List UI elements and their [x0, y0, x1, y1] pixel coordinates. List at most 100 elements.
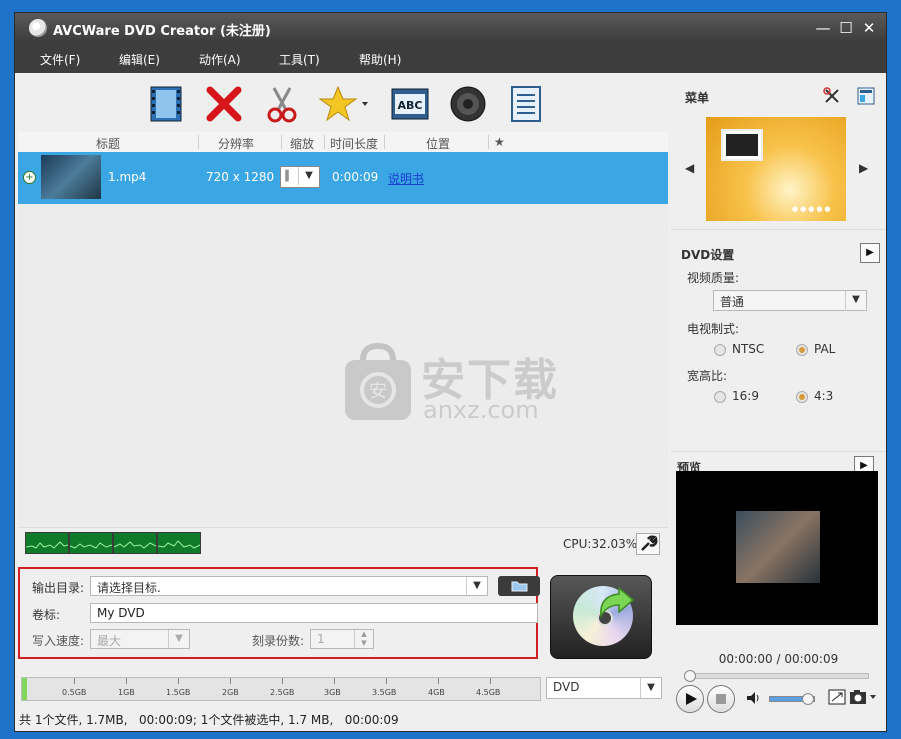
menu-edit-tools-icon[interactable]: [823, 87, 841, 105]
col-position[interactable]: 位置: [426, 135, 450, 152]
effect-icon[interactable]: [318, 84, 370, 124]
menu-help[interactable]: 帮助(H): [359, 51, 401, 68]
preview-screen: [676, 471, 878, 625]
cut-icon[interactable]: [262, 84, 302, 124]
seek-handle[interactable]: [684, 670, 696, 682]
aspect-16-9-radio[interactable]: [714, 391, 726, 403]
add-video-icon[interactable]: [146, 84, 186, 124]
capacity-tick-label: 3.5GB: [372, 688, 397, 697]
col-title[interactable]: 标题: [96, 135, 120, 152]
ntsc-radio[interactable]: [714, 344, 726, 356]
capacity-tick-label: 3GB: [324, 688, 341, 697]
volume-icon[interactable]: [746, 691, 762, 705]
right-panel: 菜单 ◀ ●●●●● ▶ DVD设置 ▶ 视频质量: 普通 ▼ 电视制式: NT…: [671, 79, 886, 731]
copies-stepper[interactable]: 1 ▲ ▼: [310, 629, 374, 649]
row-position-link[interactable]: 说明书: [388, 170, 424, 187]
cpu-graph: [69, 532, 113, 554]
dvd-settings-expand-button[interactable]: ▶: [860, 243, 880, 263]
maximize-button[interactable]: ☐: [836, 19, 856, 37]
chapter-icon[interactable]: [506, 84, 546, 124]
volume-input[interactable]: My DVD: [90, 603, 538, 623]
video-quality-value: 普通: [720, 295, 745, 309]
divider: [671, 229, 886, 230]
watermark-subtext: anxz.com: [423, 396, 539, 424]
menu-tools[interactable]: 工具(T): [279, 51, 320, 68]
col-divider: [488, 135, 489, 149]
output-dir-value: 请选择目标.: [97, 581, 161, 595]
volume-slider[interactable]: [769, 693, 815, 705]
menu-template-icon[interactable]: [857, 87, 875, 105]
row-duration: 0:00:09: [332, 170, 379, 184]
status-text: 共 1个文件, 1.7MB, 00:00:09; 1个文件被选中, 1.7 MB…: [19, 713, 399, 727]
file-list: + 1.mp4 720 x 1280 ∥ ▼ 0:00:09 说明书 安 安下载…: [18, 152, 668, 527]
video-quality-dropdown[interactable]: 普通 ▼: [713, 290, 867, 311]
audio-icon[interactable]: [448, 84, 488, 124]
pal-radio[interactable]: [796, 344, 808, 356]
stop-button[interactable]: [707, 685, 735, 713]
col-divider: [324, 135, 325, 149]
menu-prev-arrow-icon[interactable]: ◀: [685, 161, 694, 175]
cpu-graph: [25, 532, 69, 554]
chevron-down-icon: ▼: [298, 167, 319, 185]
output-dir-dropdown[interactable]: 请选择目标. ▼: [90, 576, 488, 596]
subtitle-icon[interactable]: ABC: [390, 84, 430, 124]
play-icon: [686, 693, 697, 705]
capacity-tick: [230, 678, 231, 684]
settings-button[interactable]: [636, 533, 660, 555]
volume-label: 卷标:: [32, 608, 61, 622]
app-logo-icon: [29, 19, 47, 37]
capacity-tick: [438, 678, 439, 684]
cpu-graph: [113, 532, 157, 554]
expand-icon[interactable]: +: [23, 171, 36, 184]
svg-text:ABC: ABC: [398, 99, 423, 112]
chevron-down-icon: ▼: [168, 630, 189, 648]
menu-edit[interactable]: 编辑(E): [119, 51, 160, 68]
table-row[interactable]: + 1.mp4 720 x 1280 ∥ ▼ 0:00:09 说明书: [18, 152, 668, 204]
row-resolution: 720 x 1280: [206, 170, 275, 184]
col-zoom[interactable]: 缩放: [290, 135, 314, 152]
col-duration[interactable]: 时间长度: [330, 135, 378, 152]
volume-handle[interactable]: [802, 693, 814, 705]
menu-file[interactable]: 文件(F): [40, 51, 80, 68]
watermark: 安 安下载 anxz.com: [343, 342, 583, 432]
fullscreen-icon[interactable]: [828, 689, 846, 705]
disc-capacity-bar: 0.5GB 1GB 1.5GB 2GB 2.5GB 3GB 3.5GB 4GB …: [21, 677, 541, 701]
snapshot-icon[interactable]: [849, 689, 877, 705]
cpu-usage: CPU:32.03%: [563, 537, 638, 551]
file-list-header: 标题 分辨率 缩放 时间长度 位置 ★: [18, 132, 668, 153]
dvd-settings-title: DVD设置: [681, 248, 735, 262]
copies-value: 1: [317, 632, 325, 646]
video-quality-label: 视频质量:: [687, 271, 740, 285]
menu-template-preview[interactable]: ●●●●●: [706, 117, 846, 221]
stepper-arrows-icon[interactable]: ▲ ▼: [354, 630, 373, 648]
browse-folder-button[interactable]: [498, 576, 540, 596]
menu-pager-dots: ●●●●●: [792, 205, 833, 213]
col-divider: [384, 135, 385, 149]
minimize-button[interactable]: —: [813, 19, 833, 37]
wrench-icon: [641, 535, 658, 551]
burn-button[interactable]: [550, 575, 652, 659]
capacity-tick-label: 2.5GB: [270, 688, 295, 697]
disc-type-dropdown[interactable]: DVD ▼: [546, 677, 662, 699]
cpu-graph: [157, 532, 201, 554]
menu-action[interactable]: 动作(A): [199, 51, 241, 68]
delete-icon[interactable]: [204, 84, 244, 124]
title-bar: AVCWare DVD Creator (未注册) — ☐ ✕: [15, 13, 886, 43]
preview-seek-bar[interactable]: [684, 670, 869, 682]
folder-icon: [511, 581, 528, 592]
zoom-dropdown[interactable]: ∥ ▼: [280, 166, 320, 188]
col-star[interactable]: ★: [494, 135, 505, 149]
play-button[interactable]: [676, 685, 704, 713]
aspect-4-3-radio[interactable]: [796, 391, 808, 403]
capacity-tick-label: 2GB: [222, 688, 239, 697]
write-speed-dropdown[interactable]: 最大 ▼: [90, 629, 190, 649]
app-window: AVCWare DVD Creator (未注册) — ☐ ✕ 文件(F) 编辑…: [14, 12, 887, 732]
col-divider: [281, 135, 282, 149]
menu-next-arrow-icon[interactable]: ▶: [859, 161, 868, 175]
col-resolution[interactable]: 分辨率: [218, 135, 254, 152]
menu-section-title: 菜单: [685, 91, 710, 105]
video-thumbnail: [41, 155, 101, 199]
menu-thumbnail: [721, 129, 763, 161]
col-divider: [198, 135, 199, 149]
close-button[interactable]: ✕: [859, 19, 879, 37]
